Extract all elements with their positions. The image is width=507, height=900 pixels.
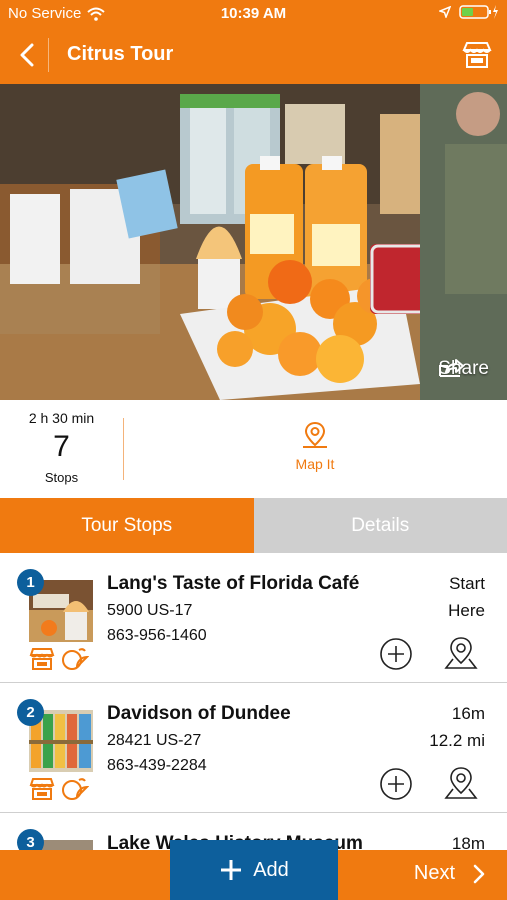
fruit-stand-button[interactable]	[461, 39, 493, 71]
stop-address: 5900 US-17	[107, 602, 193, 619]
hero-photo: Share	[0, 84, 507, 400]
stop-meta-primary: 18m	[451, 834, 485, 850]
stop-item[interactable]: 1 Lang's Taste of Florida Café 5900 US-1…	[0, 553, 507, 683]
map-it-label: Map It	[295, 456, 335, 472]
stop-name: Lang's Taste of Florida Café	[107, 573, 360, 594]
stop-item[interactable]: 2 Davidson of Dundee 28421 US-27 863-439…	[0, 683, 507, 813]
map-pin-icon	[303, 421, 327, 448]
stop-meta-secondary: 12.2 mi	[429, 731, 485, 750]
status-bar: No Service 10:39 AM	[0, 0, 507, 26]
chevron-left-icon	[20, 43, 34, 67]
stop-meta-primary: Start	[449, 574, 485, 593]
nav-divider	[48, 38, 49, 72]
orange-slice-icon	[62, 648, 89, 670]
orange-slice-icon	[62, 778, 89, 800]
stop-category-icons	[29, 647, 89, 671]
stops-label: Stops	[44, 470, 79, 485]
fruit-stand-icon	[462, 42, 492, 68]
chevron-right-icon	[473, 864, 485, 883]
stop-number-badge: 1	[17, 569, 44, 596]
stop-address: 28421 US-27	[107, 732, 202, 749]
hero-scene	[0, 84, 507, 400]
stops-count: 7	[53, 430, 70, 463]
plus-circle-icon[interactable]	[379, 637, 413, 671]
stop-meta-primary: 16m	[451, 704, 485, 723]
back-button[interactable]	[8, 35, 46, 75]
battery-charging-icon	[459, 5, 498, 19]
bottom-bar: Add Next	[0, 840, 507, 900]
map-pin-icon[interactable]	[443, 765, 479, 801]
share-button[interactable]: Share	[438, 358, 489, 380]
stop-number-badge: 2	[17, 699, 44, 726]
fruit-stand-icon	[29, 778, 55, 800]
fruit-stand-icon	[29, 648, 55, 670]
add-button[interactable]: Add	[170, 840, 338, 900]
status-time: 10:39 AM	[220, 5, 287, 22]
stop-category-icons	[29, 777, 89, 801]
next-label: Next	[413, 862, 455, 884]
location-arrow-icon	[439, 6, 451, 18]
tab-details[interactable]: Details	[253, 498, 507, 553]
map-it-button[interactable]: Map It	[256, 420, 374, 472]
summary-divider	[123, 418, 124, 480]
stop-name: Davidson of Dundee	[107, 703, 291, 724]
share-icon	[439, 359, 465, 377]
stop-list: 1 Lang's Taste of Florida Café 5900 US-1…	[0, 553, 507, 850]
next-button[interactable]: Next	[414, 862, 485, 885]
stop-number-badge: 3	[17, 829, 44, 850]
tab-bar: Tour Stops Details	[0, 498, 507, 553]
stop-phone[interactable]: 863-956-1460	[107, 627, 207, 645]
tour-duration: 2 h 30 min	[28, 410, 95, 426]
plus-icon	[221, 860, 242, 880]
tab-tour-stops[interactable]: Tour Stops	[0, 498, 254, 553]
status-right	[439, 4, 499, 20]
nav-bar: Citrus Tour	[0, 26, 507, 84]
plus-circle-icon[interactable]	[379, 767, 413, 801]
page-title: Citrus Tour	[67, 43, 174, 65]
stop-phone[interactable]: 863-439-2284	[107, 757, 207, 775]
map-pin-icon[interactable]	[443, 635, 479, 671]
tour-summary: 2 h 30 min 7 Stops Map It	[0, 400, 507, 498]
stop-meta-secondary: Here	[448, 601, 485, 620]
add-label: Add	[253, 858, 289, 881]
